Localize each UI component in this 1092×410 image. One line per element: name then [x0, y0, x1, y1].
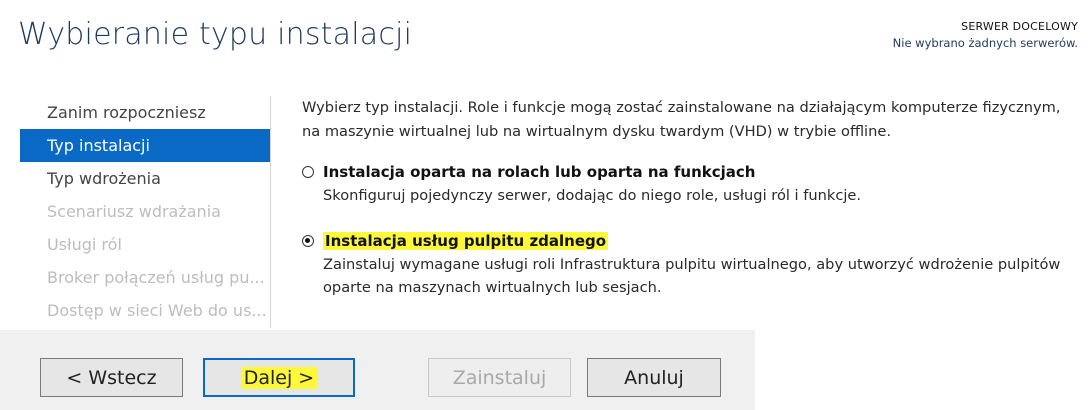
nav-item-installation-type[interactable]: Typ instalacji [20, 129, 270, 162]
option-remote-desktop[interactable]: Instalacja usług pulpitu zdalnego Zainst… [302, 232, 1060, 299]
install-button-label: Zainstaluj [452, 366, 547, 389]
nav-item-deployment-type[interactable]: Typ wdrożenia [20, 162, 270, 195]
description-line-1: Wybierz typ instalacji. Role i funkcje m… [302, 99, 1061, 116]
installation-type-description: Wybierz typ instalacji. Role i funkcje m… [302, 96, 1092, 144]
target-server-info: SERWER DOCELOWY Nie wybrano żadnych serw… [893, 20, 1078, 50]
radio-role-based[interactable] [302, 166, 314, 178]
option-remote-desktop-desc-line-2: oparte na maszynach wirtualnych lub sesj… [323, 279, 662, 296]
nav-item-web-access: Dostęp w sieci Web do us... [47, 301, 267, 320]
next-button-label: Dalej > [240, 366, 318, 389]
option-remote-desktop-desc-line-1: Zainstaluj wymagane usługi roli Infrastr… [323, 256, 1061, 273]
back-button-label: < Wstecz [66, 366, 157, 389]
target-server-heading: SERWER DOCELOWY [961, 20, 1078, 33]
nav-item-role-services: Usługi ról [47, 235, 122, 254]
option-role-based-desc: Skonfiguruj pojedynczy serwer, dodając d… [323, 187, 862, 204]
next-button[interactable]: Dalej > [203, 358, 355, 397]
wizard-steps-nav: Zanim rozpoczniesz Typ instalacji Typ wd… [20, 96, 270, 327]
description-line-2: na maszynie wirtualnej lub na wirtualnym… [302, 123, 891, 140]
cancel-button-label: Anuluj [624, 366, 684, 389]
cancel-button[interactable]: Anuluj [587, 358, 721, 397]
nav-item-before-you-begin[interactable]: Zanim rozpoczniesz [20, 96, 270, 129]
option-role-based[interactable]: Instalacja oparta na rolach lub oparta n… [302, 163, 861, 207]
nav-divider [270, 96, 271, 328]
option-remote-desktop-desc: Zainstaluj wymagane usługi roli Infrastr… [323, 253, 1060, 299]
nav-item-deployment-scenario: Scenariusz wdrażania [47, 202, 221, 221]
install-button: Zainstaluj [428, 358, 571, 397]
back-button[interactable]: < Wstecz [40, 358, 183, 397]
option-remote-desktop-label[interactable]: Instalacja usług pulpitu zdalnego [323, 232, 609, 250]
main-content: Wybierz typ instalacji. Role i funkcje m… [302, 96, 1092, 296]
target-server-value: Nie wybrano żadnych serwerów. [892, 36, 1078, 50]
page-title: Wybieranie typu instalacji [18, 17, 413, 52]
nav-item-connection-broker: Broker połączeń usług pu... [47, 268, 265, 287]
option-role-based-label[interactable]: Instalacja oparta na rolach lub oparta n… [323, 163, 755, 181]
radio-remote-desktop[interactable] [302, 235, 314, 247]
